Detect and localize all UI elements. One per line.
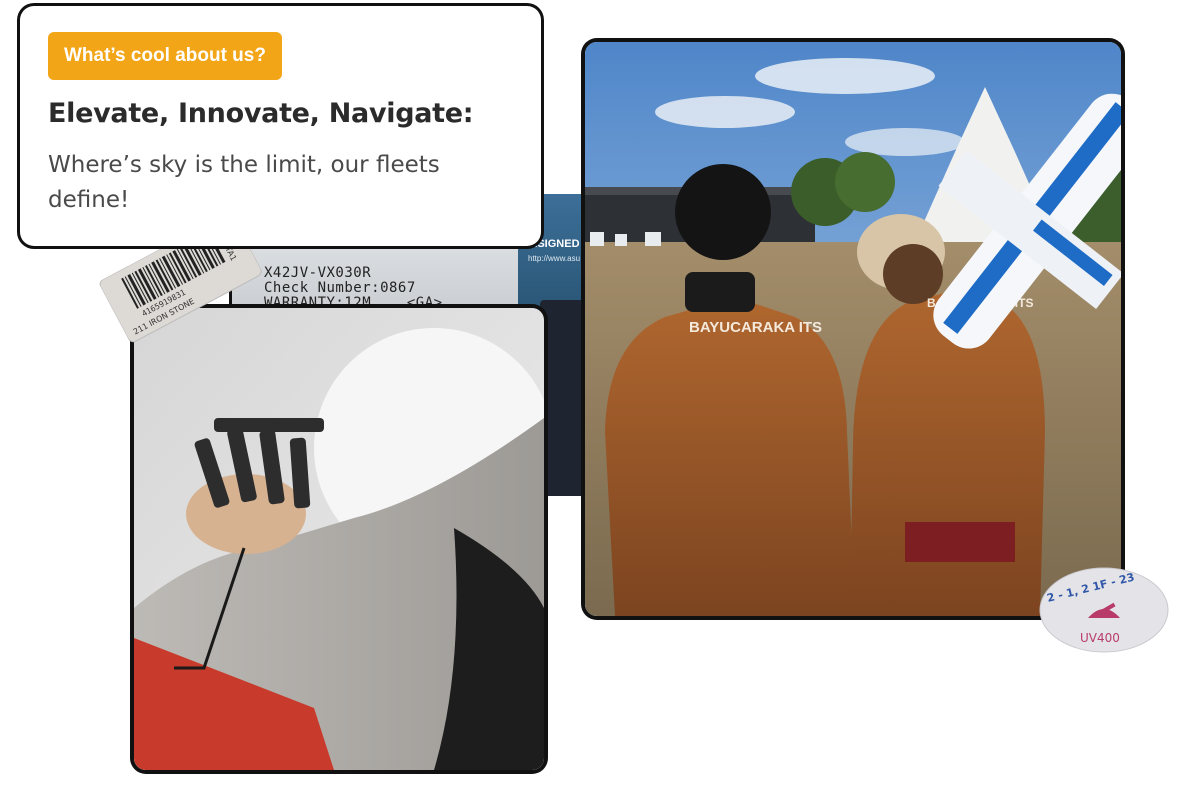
card-title: Elevate, Innovate, Navigate: bbox=[48, 98, 474, 129]
gripper-photo bbox=[134, 308, 544, 770]
jacket-text-left: BAYUCARAKA ITS bbox=[689, 319, 822, 336]
label-line-2: Check Number:0867 bbox=[264, 280, 416, 296]
team-photo: BAYUCARAKA ITS BAYUCARAKA ITS bbox=[585, 42, 1121, 616]
gripper-photo-image bbox=[134, 308, 544, 770]
info-card: What’s cool about us? Elevate, Innovate,… bbox=[20, 6, 541, 246]
blue-label-url: http://www.asu bbox=[528, 254, 581, 263]
uv400-sticker: 2 - 1, 2 1F - 23 UV400 bbox=[1036, 566, 1172, 654]
cool-badge: What’s cool about us? bbox=[48, 32, 282, 80]
collage: X42JV-VX030R Check Number:0867 WARRANTY:… bbox=[0, 0, 1178, 788]
uv400-sticker-image: 2 - 1, 2 1F - 23 UV400 bbox=[1039, 567, 1169, 653]
dark-sticker-strip bbox=[540, 300, 590, 496]
laptop-label-text: X42JV-VX030R Check Number:0867 WARRANTY:… bbox=[264, 266, 443, 311]
uv-bottom-text: UV400 bbox=[1080, 631, 1120, 645]
card-subtitle: Where’s sky is the limit, our fleets def… bbox=[48, 152, 440, 213]
team-photo-image: BAYUCARAKA ITS BAYUCARAKA ITS bbox=[585, 42, 1121, 616]
label-line-1: X42JV-VX030R bbox=[264, 265, 372, 281]
